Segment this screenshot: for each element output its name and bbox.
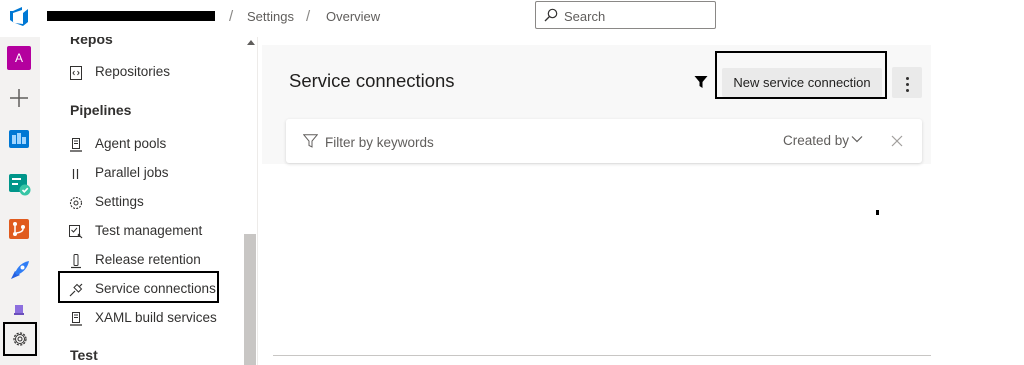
boards-icon[interactable]: [7, 127, 31, 151]
nav-item-service-connections[interactable]: Service connections: [66, 278, 226, 302]
repos-icon[interactable]: [7, 217, 31, 241]
parallel-icon: [72, 169, 79, 179]
nav-item-label: XAML build services: [95, 310, 217, 325]
nav-item-parallel-jobs[interactable]: Parallel jobs: [66, 162, 226, 186]
nav-section-test: Test: [70, 347, 98, 363]
app-rail: A: [0, 37, 40, 365]
agent-pool-icon: [70, 138, 82, 152]
nav-item-label: Repositories: [95, 64, 171, 79]
nav-scrollbar-thumb[interactable]: [244, 234, 256, 365]
artifact-mark: [876, 210, 879, 215]
filter-icon[interactable]: [694, 75, 708, 89]
breadcrumb-separator: /: [306, 8, 311, 25]
nav-item-repositories[interactable]: Repositories: [66, 61, 226, 85]
pipelines-icon[interactable]: [7, 259, 31, 283]
nav-item-label: Settings: [95, 194, 144, 209]
redacted-organization: [47, 11, 215, 21]
search-input[interactable]: [564, 7, 709, 25]
nav-item-xaml-build-services[interactable]: XAML build services: [66, 307, 226, 331]
close-icon[interactable]: [891, 135, 903, 147]
gear-icon: [69, 196, 83, 210]
nav-item-label: Agent pools: [95, 136, 167, 151]
settings-nav: Repos Repositories Pipelines Agent pools…: [40, 37, 258, 365]
retention-icon: [71, 254, 81, 269]
nav-item-test-management[interactable]: Test management: [66, 220, 226, 244]
nav-item-label: Test management: [95, 223, 203, 238]
filter-keywords-input[interactable]: [325, 133, 625, 151]
search-icon: [544, 8, 558, 22]
test-management-icon: [69, 225, 83, 239]
artifacts-icon[interactable]: [7, 299, 31, 323]
organization-settings-button[interactable]: [3, 322, 37, 356]
top-bar: / Settings / Overview: [0, 0, 1024, 37]
page-header: Service connections New service connecti…: [262, 45, 931, 164]
breadcrumb-separator: /: [229, 8, 234, 25]
nav-item-label: Parallel jobs: [95, 165, 169, 180]
nav-section-repos: Repos: [70, 37, 113, 47]
divider: [273, 355, 931, 356]
add-icon[interactable]: [7, 86, 31, 110]
build-icon: [70, 312, 82, 326]
more-vertical-icon: [892, 67, 922, 92]
link-icon: [69, 283, 83, 297]
nav-item-settings[interactable]: Settings: [66, 191, 226, 215]
nav-item-label: Service connections: [95, 281, 216, 296]
breadcrumb-settings[interactable]: Settings: [247, 9, 294, 24]
nav-item-agent-pools[interactable]: Agent pools: [66, 133, 226, 157]
nav-item-release-retention[interactable]: Release retention: [66, 249, 226, 273]
nav-section-pipelines: Pipelines: [70, 102, 132, 118]
breadcrumb-overview[interactable]: Overview: [326, 9, 380, 24]
azure-devops-logo-icon[interactable]: [8, 5, 30, 27]
filter-outline-icon: [303, 134, 318, 148]
created-by-dropdown[interactable]: Created by: [783, 133, 849, 148]
gear-icon: [13, 332, 27, 346]
filter-bar: Created by: [286, 119, 922, 163]
main-content: Service connections New service connecti…: [259, 37, 1024, 365]
search-box[interactable]: [535, 1, 716, 29]
test-plans-icon[interactable]: [7, 172, 31, 196]
more-actions-button[interactable]: [892, 67, 922, 98]
page-title: Service connections: [289, 70, 455, 91]
nav-item-label: Release retention: [95, 252, 201, 267]
scroll-up-arrow-icon[interactable]: [247, 40, 255, 45]
chevron-down-icon[interactable]: [851, 135, 863, 143]
repo-icon: [70, 66, 82, 80]
new-service-connection-button[interactable]: New service connection: [722, 68, 882, 97]
avatar[interactable]: A: [7, 46, 31, 70]
